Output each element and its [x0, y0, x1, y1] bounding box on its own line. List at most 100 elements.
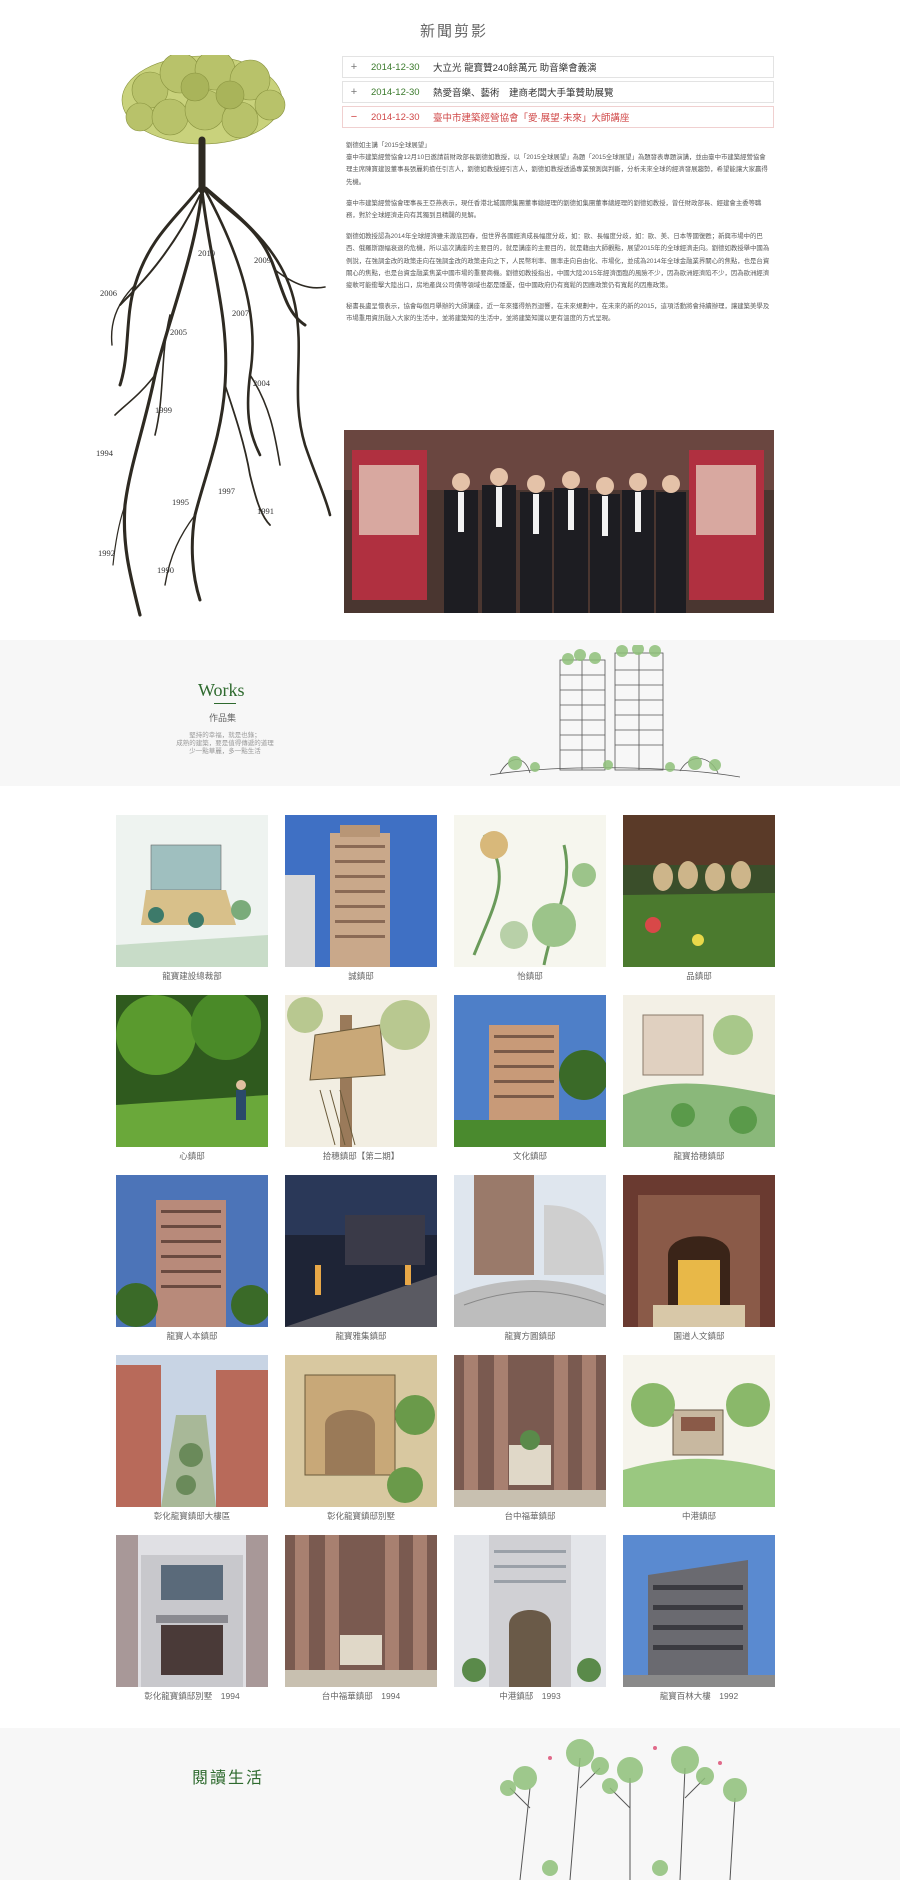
trees-sketch-illustration [490, 1728, 770, 1880]
work-thumbnail[interactable] [454, 1535, 606, 1687]
reading-title: 閱讀生活 [192, 1770, 265, 1787]
news-item[interactable]: + 2014-12-30 大立光 龍寶贊240餘萬元 助音樂會義演 [342, 56, 774, 78]
work-card[interactable]: 心鎮邸 [116, 995, 268, 1162]
article-paragraph: 臺中市建築經營協會理事長王亞燕表示，現任香港北城國際集團董事總經理的劉德如集團董… [346, 199, 762, 220]
work-card[interactable]: 誠鎮邸 [285, 815, 437, 982]
news-date: 2014-12-30 [371, 86, 420, 98]
works-title: Works [198, 680, 245, 700]
work-card[interactable]: 彰化龍寶鎮邸別墅 [285, 1355, 437, 1522]
work-thumbnail[interactable] [285, 1535, 437, 1687]
work-card[interactable]: 龍寶建設總裁部 [116, 815, 268, 982]
year-label: 1990 [157, 565, 174, 575]
work-thumbnail[interactable] [623, 1175, 775, 1327]
work-card[interactable]: 龍寶人本鎮邸 [116, 1175, 268, 1342]
work-thumbnail[interactable] [623, 1355, 775, 1507]
works-desc-line: 堅持的幸福，就是也錄； [189, 732, 261, 739]
year-label: 2004 [253, 378, 270, 388]
work-caption: 台中福華鎮邸 [504, 1511, 556, 1521]
work-thumbnail[interactable] [454, 1355, 606, 1507]
work-caption: 品鎮邸 [686, 971, 712, 981]
article-paragraph: 劉德如教授認為2014年全球經濟雖未澈底回春，但世界各國經濟成長幅度分歧，如：歐… [346, 233, 770, 290]
work-card[interactable]: 台中福華鎮邸 1994 [285, 1535, 437, 1702]
work-caption: 彰化龍寶鎮邸別墅 [326, 1511, 395, 1521]
work-card[interactable]: 拾穗鎮邸【第二期】 [285, 995, 437, 1162]
year-label: 1994 [96, 448, 113, 458]
work-card[interactable]: 中港鎮邸 [623, 1355, 775, 1522]
article-paragraph: 秘書長盧呈懷表示，協會每個月舉辦的大師講座，近一年來獲得熱烈迴響，在未來規劃中，… [346, 303, 770, 323]
news-section-title: 新聞剪影 [420, 23, 489, 40]
work-caption: 龍寶方圓鎮邸 [504, 1331, 556, 1341]
work-thumbnail[interactable] [454, 995, 606, 1147]
work-card[interactable]: 台中福華鎮邸 [454, 1355, 606, 1522]
work-caption: 龍寶雅集鎮邸 [335, 1331, 387, 1341]
work-caption: 彰化龍寶鎮邸別墅 1994 [144, 1691, 240, 1701]
news-item[interactable]: + 2014-12-30 熱愛音樂、藝術 建商老闆大手筆贊助展覽 [342, 81, 774, 103]
work-caption: 怡鎮邸 [517, 971, 543, 981]
year-label: 1995 [172, 497, 189, 507]
divider [214, 703, 236, 704]
work-thumbnail[interactable] [623, 1535, 775, 1687]
work-card[interactable]: 彰化龍寶鎮邸別墅 1994 [116, 1535, 268, 1702]
work-card[interactable]: 龍寶百林大樓 1992 [623, 1535, 775, 1702]
year-label: 1997 [218, 486, 235, 496]
work-card[interactable]: 品鎮邸 [623, 815, 775, 982]
work-card[interactable]: 怡鎮邸 [454, 815, 606, 982]
work-card[interactable]: 中港鎮邸 1993 [454, 1535, 606, 1702]
work-caption: 誠鎮邸 [348, 971, 374, 981]
collapse-icon[interactable]: − [343, 111, 365, 123]
news-headline[interactable]: 熱愛音樂、藝術 建商老闆大手筆贊助展覽 [433, 85, 614, 99]
work-caption: 龍寶百林大樓 1992 [659, 1691, 739, 1701]
news-headline[interactable]: 臺中市建築經營協會「愛·展望·未來」大師講座 [433, 110, 629, 124]
work-thumbnail[interactable] [454, 815, 606, 967]
news-item-active[interactable]: − 2014-12-30 臺中市建築經營協會「愛·展望·未來」大師講座 [342, 106, 774, 128]
expand-icon[interactable]: + [343, 86, 365, 98]
year-label: 1991 [257, 506, 274, 516]
work-thumbnail[interactable] [116, 995, 268, 1147]
work-thumbnail[interactable] [116, 1535, 268, 1687]
news-date: 2014-12-30 [371, 111, 420, 123]
work-caption: 園道人文鎮邸 [673, 1331, 725, 1341]
article-paragraph: 臺中市建築經營協會12月10日邀請前財政部長劉德如教授，以「2015全球展望」為… [346, 154, 768, 186]
work-card[interactable]: 龍寶方圓鎮邸 [454, 1175, 606, 1342]
work-thumbnail[interactable] [623, 815, 775, 967]
work-thumbnail[interactable] [285, 995, 437, 1147]
work-caption: 拾穗鎮邸【第二期】 [322, 1151, 400, 1161]
root-tree-illustration: 2009 2010 2006 2007 2005 2004 1999 1994 … [96, 49, 340, 625]
work-caption: 中港鎮邸 1993 [499, 1691, 561, 1701]
work-thumbnail[interactable] [285, 1175, 437, 1327]
year-label: 1999 [155, 405, 172, 415]
work-card[interactable]: 彰化龍寶鎮邸大樓區 [116, 1355, 268, 1522]
work-thumbnail[interactable] [116, 1355, 268, 1507]
works-desc-line: 成熟的建築，要是值得傳遞的道理 [176, 740, 274, 747]
work-caption: 龍寶建設總裁部 [162, 971, 222, 981]
work-card[interactable]: 園道人文鎮邸 [623, 1175, 775, 1342]
year-label: 2009 [254, 255, 271, 265]
news-accordion: + 2014-12-30 大立光 龍寶贊240餘萬元 助音樂會義演 + 2014… [342, 56, 774, 131]
work-thumbnail[interactable] [454, 1175, 606, 1327]
towers-sketch-illustration [489, 643, 741, 785]
work-card[interactable]: 龍寶拾穗鎮邸 [623, 995, 775, 1162]
work-thumbnail[interactable] [285, 815, 437, 967]
work-caption: 龍寶拾穗鎮邸 [673, 1151, 725, 1161]
works-band [0, 640, 900, 786]
work-thumbnail[interactable] [285, 1355, 437, 1507]
work-caption: 彰化龍寶鎮邸大樓區 [153, 1511, 231, 1521]
expand-icon[interactable]: + [343, 61, 365, 73]
news-photo [344, 430, 774, 613]
year-label: 2005 [170, 327, 187, 337]
work-thumbnail[interactable] [116, 815, 268, 967]
work-caption: 台中福華鎮邸 1994 [321, 1691, 401, 1701]
year-label: 2010 [198, 248, 215, 258]
work-card[interactable]: 龍寶雅集鎮邸 [285, 1175, 437, 1342]
news-headline[interactable]: 大立光 龍寶贊240餘萬元 助音樂會義演 [433, 60, 597, 74]
works-description: 堅持的幸福，就是也錄； 成熟的建築，要是值得傳遞的道理 少一點華麗，多一點生活 [160, 732, 290, 756]
work-thumbnail[interactable] [116, 1175, 268, 1327]
year-label: 1992 [98, 548, 115, 558]
work-card[interactable]: 文化鎮邸 [454, 995, 606, 1162]
news-date: 2014-12-30 [371, 61, 420, 73]
news-article: 劉德如主講「2015全球展望」 臺中市建築經營協會12月10日邀請前財政部長劉德… [346, 140, 772, 335]
work-caption: 心鎮邸 [179, 1151, 205, 1161]
works-subtitle: 作品集 [209, 713, 237, 723]
work-thumbnail[interactable] [623, 995, 775, 1147]
work-caption: 中港鎮邸 [681, 1511, 716, 1521]
